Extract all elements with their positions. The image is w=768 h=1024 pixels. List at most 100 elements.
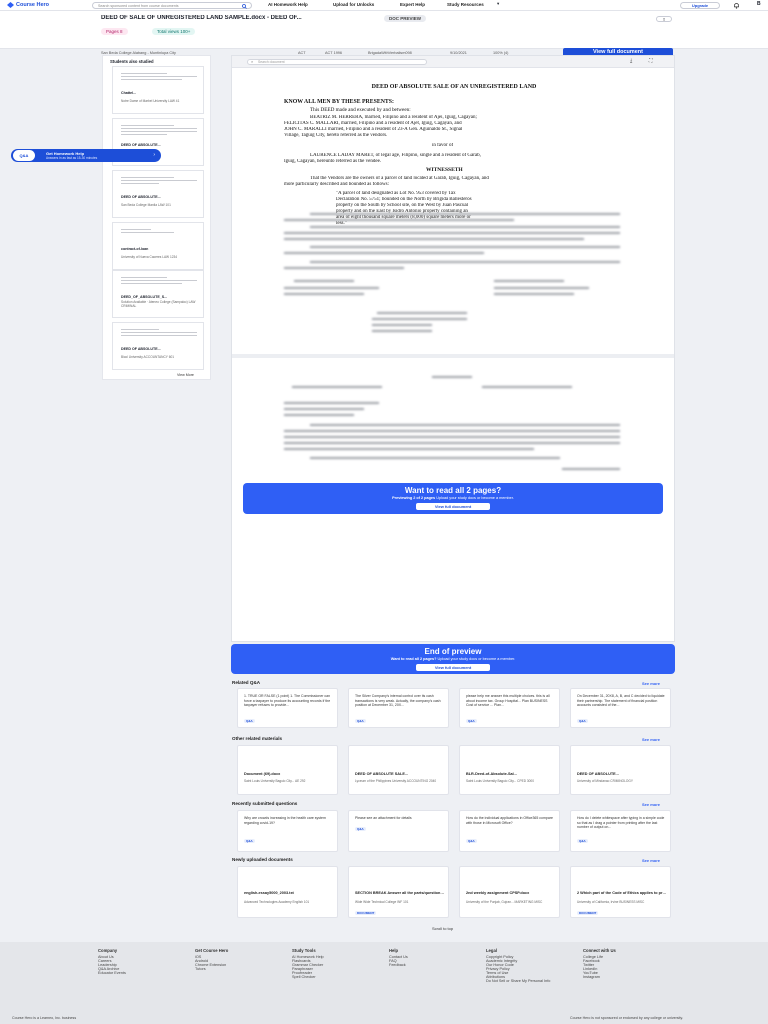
question-card[interactable]: How do I delete whitespace after typing … [570,810,671,852]
nav-link-expert[interactable]: Expert Help [400,2,425,7]
nav-link-upload[interactable]: Upload for Unlocks [333,2,374,7]
footer-col-study: Study Tools AI Homework Help Flashcards … [292,948,324,979]
footer-link[interactable]: Instagram [583,975,616,979]
qa-tag: Q&A [466,839,477,843]
expand-icon[interactable]: ⛶ [649,58,653,64]
course-hero-logo-icon [7,2,14,8]
footer-link[interactable]: Tutors [195,967,228,971]
new-doc-sub: University of the Punjab, Gujran... MARK… [466,900,543,904]
material-card[interactable]: DEED OF ABSOLUTE SALE... Lyceum of the Ph… [348,745,449,795]
views-pill: Total views 100+ [152,28,196,35]
preview-banner: Want to read all 2 pages? Previewing 2 o… [243,483,663,514]
scroll-to-top-link[interactable]: Scroll to top [432,926,453,931]
recent-questions-see-more[interactable]: See more [642,802,660,807]
bell-icon[interactable] [733,2,740,9]
thumbnail [121,71,197,89]
sidebar-item[interactable]: DEED OF ABSOLUTE... San Beda College Man… [112,170,204,218]
question-text: Please see an attachment for details [355,816,412,820]
viewer-search-input[interactable]: Search document [258,60,285,64]
new-doc-title: english-essay5000_2003.txt [244,891,294,895]
footer-heading: Connect with Us [583,948,616,953]
footer-link[interactable]: Feedback [389,963,408,967]
search-input[interactable]: Search sponsored content from course doc… [98,4,238,8]
qa-tag: Q&A [577,839,588,843]
sidebar-item-sub: Solution Available · Ateneo College (Sam… [121,300,196,308]
question-card[interactable]: How do the individual applications in Of… [459,810,560,852]
deed-intro: This DEED made and executed by and betwe… [310,107,411,113]
search-icon[interactable] [242,4,247,9]
new-doc-card[interactable]: 2 Which part of the Code of Ethics appli… [570,866,671,918]
footer: Company About Us Careers Leadership Q&A … [0,942,768,1024]
question-card[interactable]: Please see an attachment for details Q&A [348,810,449,852]
material-card[interactable]: Document (69).docx Saint Louis University… [237,745,338,795]
sidebar-item-sub: University of Nueva Caceres LAW 1234 [121,255,178,259]
qa-card[interactable]: please help me answer this multiple choi… [459,688,560,728]
homework-help-float[interactable]: Q&A Get Homework Help Answers in as fast… [11,149,161,162]
material-title: Document (69).docx [244,772,281,776]
footer-heading: Help [389,948,399,953]
deed-vendee-2: Iguig, Cagayan, hereunto referred as the… [284,159,382,164]
sidebar-item[interactable]: DEED_OF_ABSOLUTE_S... Solution Available… [112,270,204,318]
qa-tag: Q&A [577,719,588,723]
search-bar[interactable]: Search sponsored content from course doc… [92,2,252,9]
sidebar-item-title: contract-of-loan [121,247,149,251]
footer-col-get: Get Course Hero iOS Android Chrome Exten… [195,948,228,971]
new-doc-card[interactable]: SECTION BREAK Answer all the parts/quest… [348,866,449,918]
material-card[interactable]: BLR-Deed-of-Absolute-Sal... Saint Louis U… [459,745,560,795]
end-view-full-button[interactable]: View full document [416,664,490,671]
material-sub: Saint Louis University Baguio City... AE… [244,779,306,783]
footer-col-help: Help Contact Us FAQ Feedback [389,948,408,967]
sidebar-item[interactable]: contract-of-loan University of Nueva Cac… [112,222,204,270]
qa-card[interactable]: On December 31, 20X8, A, B, and C decide… [570,688,671,728]
footer-link[interactable]: Spell Checker [292,975,324,979]
sidebar-item[interactable]: Chattel... Notre Dame of Marbel Universi… [112,66,204,114]
deed-vendors-2: FELICITAS C. MALLARI, married, Filipino … [284,121,462,126]
sidebar-item-title: DEED OF ABSOLUTE... [121,347,161,351]
footer-heading: Study Tools [292,948,316,953]
other-materials-see-more[interactable]: See more [642,737,660,742]
qa-card[interactable]: 1. TRUE OR FALSE (1 point) 1. The Commis… [237,688,338,728]
footer-link[interactable]: Educator Events [98,971,126,975]
footer-col-connect: Connect with Us College Life Facebook Tw… [583,948,616,979]
homework-help-sub: Answers in as fast as 15-30 minutes [46,156,98,160]
new-doc-title: 2 Which part of the Code of Ethics appli… [577,891,667,895]
nav-link-ai-homework[interactable]: AI Homework Help [268,2,308,7]
qa-card-text: The Silver Company's internal control ov… [355,694,441,708]
sidebar-item-sub: San Beda College Manila LAW 101 [121,203,171,207]
upgrade-button[interactable]: Upgrade [680,2,720,9]
preview-banner-sub-text: Upload your study docs or become a membe… [436,496,514,500]
deed-parcel-2: more particularly described and bounded … [284,182,389,187]
nav-link-study-resources[interactable]: Study Resources [447,2,484,7]
view-more-link[interactable]: View More [177,373,194,377]
material-title: BLR-Deed-of-Absolute-Sal... [466,772,517,776]
avatar[interactable]: B [757,1,761,7]
preview-view-full-button[interactable]: View full document [416,503,490,510]
viewer-search[interactable]: ⌕ Search document [247,59,427,65]
footer-link[interactable]: Do Not Sell or Share My Personal Info [486,979,556,983]
deed-quote-2: Declaration No. 5751; bounded on the Nor… [336,197,472,202]
new-doc-card[interactable]: 2nd weekly assignment CPSP.docx Universit… [459,866,560,918]
material-sub: Saint Louis University Baguio City... CP… [466,779,534,783]
deed-favor: in favor of [432,143,454,148]
new-docs-title: Newly uploaded documents [232,857,293,862]
document-tag: DOCUMENT [355,911,377,915]
download-icon[interactable]: ⤓ [630,58,632,64]
logo[interactable]: Course Hero [7,2,49,8]
other-materials-title: Other related materials [232,736,283,741]
preview-banner-sub-bold: Previewing 2 of 2 pages [392,496,436,500]
question-card[interactable]: Why are crowds increasing in the health … [237,810,338,852]
sidebar-item-title: DEED OF ABSOLUTE... [121,143,161,147]
new-doc-title: 2nd weekly assignment CPSP.docx [466,891,530,895]
qa-card[interactable]: The Silver Company's internal control ov… [348,688,449,728]
sidebar-item[interactable]: DEED OF ABSOLUTE... Bicol University ACC… [112,322,204,370]
deed-parcel-1: That the Vendors are the owners of a par… [310,176,489,181]
new-docs-see-more[interactable]: See more [642,858,660,863]
material-card[interactable]: DEED OF ABSOLUTE... University of Mindana… [570,745,671,795]
sidebar-item-title: DEED_OF_ABSOLUTE_S... [121,295,168,299]
deed-quote-1: "A parcel of land designated as Lot No. … [336,191,456,196]
share-icon[interactable]: ⇪ [656,16,672,22]
document-title: DEED OF SALE OF UNREGISTERED LAND SAMPLE… [101,15,302,21]
chevron-down-icon: ▾ [497,1,500,6]
related-qa-see-more[interactable]: See more [642,681,660,686]
new-doc-card[interactable]: english-essay5000_2003.txt Advanced Techn… [237,866,338,918]
